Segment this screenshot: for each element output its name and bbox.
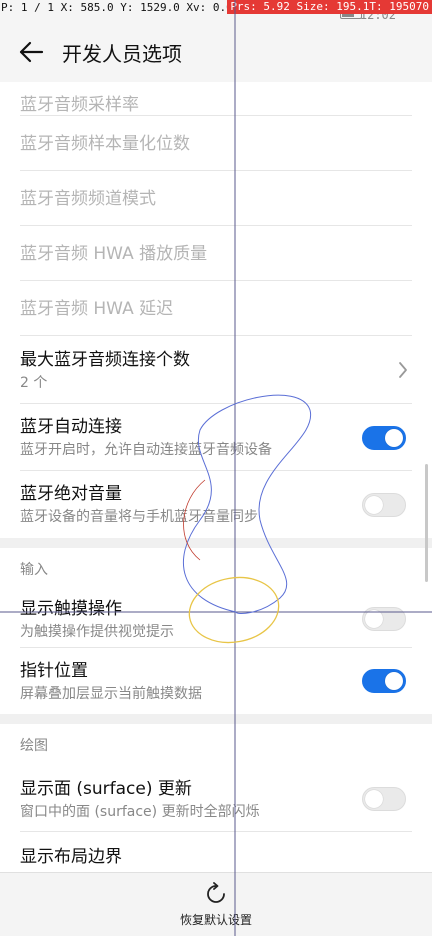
back-button[interactable] — [0, 22, 62, 82]
row-title: 蓝牙绝对音量 — [20, 484, 122, 504]
reset-label: 恢复默认设置 — [179, 913, 252, 927]
row-hwa-quality: 蓝牙音频 HWA 播放质量 — [0, 226, 432, 281]
bottom-action-bar: 恢复默认设置 — [0, 872, 432, 936]
row-auto-connect[interactable]: 蓝牙自动连接 蓝牙开启时，允许自动连接蓝牙音频设备 — [0, 404, 432, 471]
app-header: 开发人员选项 — [0, 22, 432, 82]
surface-updates-toggle[interactable] — [362, 787, 406, 811]
row-title: 蓝牙音频频道模式 — [20, 188, 156, 209]
absolute-volume-toggle[interactable] — [362, 492, 406, 517]
settings-list[interactable]: 蓝牙音频采样率 蓝牙音频样本量化位数 蓝牙音频频道模式 蓝牙音频 HWA 播放质… — [0, 82, 432, 882]
row-title: 蓝牙音频采样率 — [20, 95, 139, 115]
refresh-icon — [207, 882, 225, 903]
row-subtitle: 屏幕叠加层显示当前触摸数据 — [20, 685, 202, 702]
row-title: 蓝牙音频样本量化位数 — [20, 133, 190, 154]
row-surface-updates[interactable]: 显示面 (surface) 更新 窗口中的面 (surface) 更新时全部闪烁 — [0, 766, 432, 832]
row-subtitle: 窗口中的面 (surface) 更新时全部闪烁 — [20, 803, 260, 820]
row-title: 蓝牙音频 HWA 播放质量 — [20, 243, 208, 264]
input-group: 输入 显示触摸操作 为触摸操作提供视觉提示 指针位置 屏幕叠加层显示当前触摸数据 — [0, 548, 432, 714]
row-bits-per-sample: 蓝牙音频样本量化位数 — [0, 116, 432, 171]
row-subtitle: 蓝牙开启时，允许自动连接蓝牙音频设备 — [20, 442, 272, 458]
chevron-right-icon — [399, 362, 407, 378]
row-absolute-volume[interactable]: 蓝牙绝对音量 蓝牙设备的音量将与手机蓝牙音量同步 — [0, 471, 432, 538]
row-subtitle: 蓝牙设备的音量将与手机蓝牙音量同步 — [20, 509, 258, 525]
section-header-input: 输入 — [0, 548, 432, 590]
arrow-left-icon — [19, 41, 44, 63]
section-header-drawing: 绘图 — [0, 724, 432, 766]
row-show-touches[interactable]: 显示触摸操作 为触摸操作提供视觉提示 — [0, 590, 432, 648]
row-title: 显示布局边界 — [20, 847, 122, 867]
page-title: 开发人员选项 — [62, 41, 182, 66]
scrollbar[interactable] — [425, 464, 428, 582]
row-subtitle: 2 个 — [20, 374, 48, 391]
row-max-connections[interactable]: 最大蓝牙音频连接个数 2 个 — [0, 336, 432, 404]
row-subtitle: 为触摸操作提供视觉提示 — [20, 623, 174, 640]
row-sample-rate: 蓝牙音频采样率 — [0, 82, 432, 116]
reset-button[interactable]: 恢复默认设置 — [180, 881, 252, 928]
row-title: 蓝牙音频 HWA 延迟 — [20, 298, 174, 319]
pressure-info-text: Prs: 5.92 Size: 195.1T: 195070 — [227, 0, 432, 14]
row-title: 最大蓝牙音频连接个数 — [20, 349, 190, 370]
show-touches-toggle[interactable] — [362, 607, 406, 631]
auto-connect-toggle[interactable] — [362, 425, 406, 450]
row-title: 显示面 (surface) 更新 — [20, 778, 192, 799]
drawing-group: 绘图 显示面 (surface) 更新 窗口中的面 (surface) 更新时全… — [0, 724, 432, 882]
row-channel-mode: 蓝牙音频频道模式 — [0, 171, 432, 226]
row-title: 显示触摸操作 — [20, 598, 122, 619]
pointer-location-toggle[interactable] — [362, 669, 406, 693]
bluetooth-group: 蓝牙音频采样率 蓝牙音频样本量化位数 蓝牙音频频道模式 蓝牙音频 HWA 播放质… — [0, 82, 432, 538]
row-pointer-location[interactable]: 指针位置 屏幕叠加层显示当前触摸数据 — [0, 648, 432, 714]
row-title: 指针位置 — [20, 660, 88, 681]
row-hwa-delay: 蓝牙音频 HWA 延迟 — [0, 281, 432, 336]
row-title: 蓝牙自动连接 — [20, 417, 122, 437]
status-bar: P: 1 / 1 X: 585.0 Y: 1529.0 Xv: 0.618 Yv… — [0, 0, 432, 22]
